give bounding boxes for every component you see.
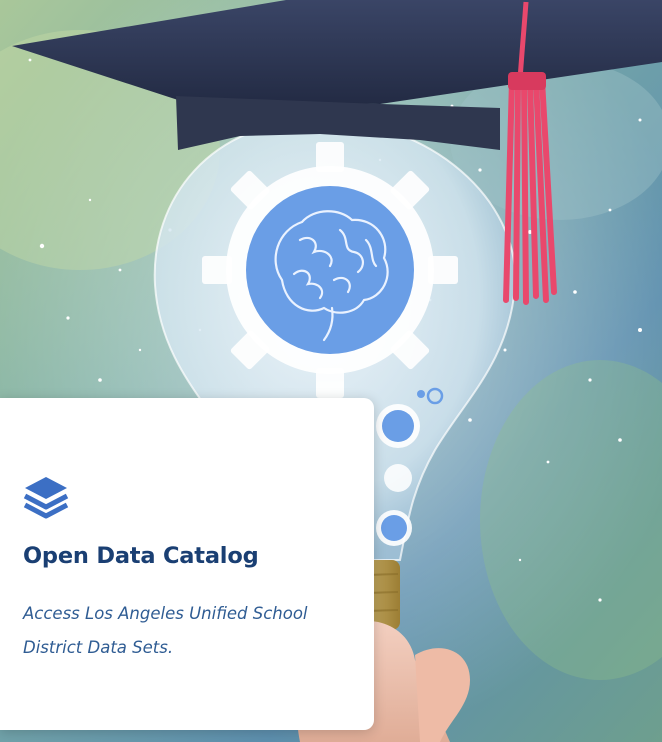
card-title[interactable]: Open Data Catalog xyxy=(23,543,259,569)
open-data-catalog-card[interactable]: Open Data Catalog Access Los Angeles Uni… xyxy=(0,398,374,730)
layers-icon xyxy=(23,477,69,519)
hero-banner: Open Data Catalog Access Los Angeles Uni… xyxy=(0,0,662,742)
card-description: Access Los Angeles Unified School Distri… xyxy=(23,604,308,657)
